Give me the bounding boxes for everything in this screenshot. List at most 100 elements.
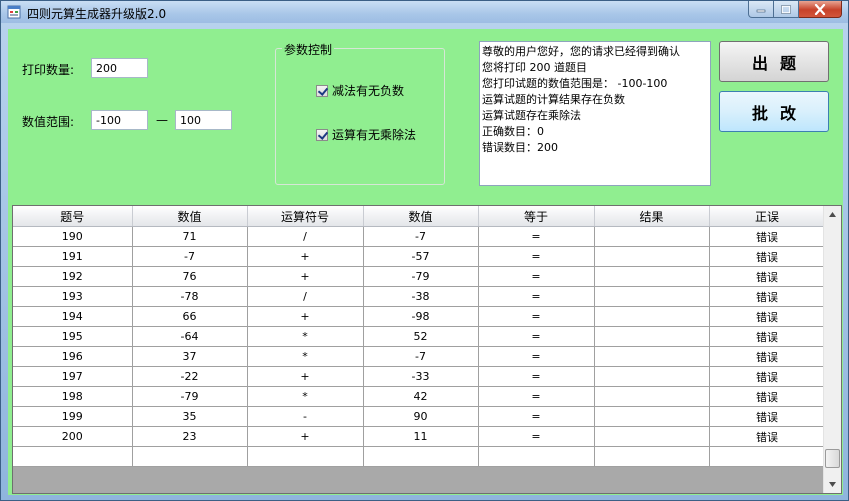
table-row[interactable]: 195 -64 * 52 = 错误: [13, 326, 826, 347]
table-cell[interactable]: +: [247, 266, 364, 287]
multiply-divide-checkbox[interactable]: 运算有无乘除法: [316, 126, 416, 143]
column-header[interactable]: 等于: [478, 206, 595, 227]
minimize-button[interactable]: [748, 1, 774, 18]
scroll-thumb[interactable]: [825, 449, 840, 468]
table-cell[interactable]: 194: [13, 306, 133, 327]
table-cell[interactable]: [594, 326, 710, 347]
title-bar[interactable]: 四则元算生成器升级版2.0: [1, 1, 848, 23]
table-cell[interactable]: 错误: [709, 266, 826, 287]
table-cell[interactable]: 错误: [709, 226, 826, 247]
vertical-scrollbar[interactable]: [823, 206, 841, 493]
table-cell[interactable]: [594, 446, 710, 467]
table-row[interactable]: 199 35-90 = 错误: [13, 406, 826, 427]
table-cell[interactable]: -64: [132, 326, 248, 347]
table-cell[interactable]: [247, 446, 364, 467]
table-cell[interactable]: =: [478, 366, 595, 387]
table-cell[interactable]: 42: [363, 386, 479, 407]
table-row[interactable]: 193 -78/-38 = 错误: [13, 286, 826, 307]
table-cell[interactable]: 197: [13, 366, 133, 387]
table-cell[interactable]: [13, 446, 133, 467]
table-cell[interactable]: [363, 446, 479, 467]
table-cell[interactable]: 195: [13, 326, 133, 347]
table-cell[interactable]: 错误: [709, 246, 826, 267]
table-row[interactable]: 196 37 * -7 = 错误: [13, 346, 826, 367]
table-row[interactable]: [13, 446, 826, 467]
close-button[interactable]: [799, 1, 842, 18]
table-cell[interactable]: -38: [363, 286, 479, 307]
range-min-input[interactable]: [91, 110, 148, 130]
table-cell[interactable]: 35: [132, 406, 248, 427]
table-cell[interactable]: +: [247, 246, 364, 267]
table-cell[interactable]: [594, 246, 710, 267]
grade-button[interactable]: 批改: [719, 91, 829, 132]
table-cell[interactable]: 199: [13, 406, 133, 427]
table-cell[interactable]: 90: [363, 406, 479, 427]
table-row[interactable]: 192 76 + -79 = 错误: [13, 266, 826, 287]
table-cell[interactable]: =: [478, 426, 595, 447]
table-row[interactable]: 191 -7 + -57 = 错误: [13, 246, 826, 267]
column-header[interactable]: 运算符号: [247, 206, 364, 227]
table-cell[interactable]: =: [478, 266, 595, 287]
table-cell[interactable]: 错误: [709, 386, 826, 407]
column-header[interactable]: 数值: [132, 206, 248, 227]
table-cell[interactable]: =: [478, 406, 595, 427]
table-cell[interactable]: [709, 446, 826, 467]
negative-subtraction-checkbox[interactable]: 减法有无负数: [316, 82, 404, 99]
generate-questions-button[interactable]: 出题: [719, 41, 829, 82]
table-cell[interactable]: [594, 366, 710, 387]
table-cell[interactable]: *: [247, 326, 364, 347]
table-cell[interactable]: [594, 406, 710, 427]
table-cell[interactable]: 错误: [709, 406, 826, 427]
table-cell[interactable]: 191: [13, 246, 133, 267]
table-cell[interactable]: =: [478, 306, 595, 327]
table-cell[interactable]: 11: [363, 426, 479, 447]
table-cell[interactable]: [594, 266, 710, 287]
table-cell[interactable]: -79: [363, 266, 479, 287]
table-cell[interactable]: [594, 226, 710, 247]
column-header[interactable]: 题号: [13, 206, 133, 227]
table-cell[interactable]: 66: [132, 306, 248, 327]
table-cell[interactable]: 76: [132, 266, 248, 287]
table-cell[interactable]: [594, 286, 710, 307]
column-header[interactable]: 正误: [709, 206, 826, 227]
table-cell[interactable]: -78: [132, 286, 248, 307]
table-cell[interactable]: 71: [132, 226, 248, 247]
table-row[interactable]: 190 71/-7 = 错误: [13, 226, 826, 247]
table-cell[interactable]: =: [478, 386, 595, 407]
table-cell[interactable]: [594, 426, 710, 447]
table-cell[interactable]: 190: [13, 226, 133, 247]
scroll-down-button[interactable]: [824, 476, 841, 493]
table-cell[interactable]: [594, 386, 710, 407]
table-cell[interactable]: /: [247, 286, 364, 307]
maximize-button[interactable]: [774, 1, 799, 18]
table-cell[interactable]: -7: [363, 346, 479, 367]
column-header[interactable]: 数值: [363, 206, 479, 227]
table-cell[interactable]: =: [478, 226, 595, 247]
table-row[interactable]: 197 -22 + -33 = 错误: [13, 366, 826, 387]
table-cell[interactable]: [594, 346, 710, 367]
table-cell[interactable]: -57: [363, 246, 479, 267]
table-cell[interactable]: +: [247, 426, 364, 447]
table-cell[interactable]: -: [247, 406, 364, 427]
print-count-input[interactable]: [91, 58, 148, 78]
table-row[interactable]: 200 23 +11 = 错误: [13, 426, 826, 447]
table-cell[interactable]: 37: [132, 346, 248, 367]
table-cell[interactable]: 192: [13, 266, 133, 287]
table-cell[interactable]: 错误: [709, 346, 826, 367]
table-cell[interactable]: 198: [13, 386, 133, 407]
table-row[interactable]: 198 -79 * 42 = 错误: [13, 386, 826, 407]
table-cell[interactable]: =: [478, 286, 595, 307]
table-cell[interactable]: 200: [13, 426, 133, 447]
table-cell[interactable]: 错误: [709, 286, 826, 307]
status-message-box[interactable]: 尊敬的用户您好，您的请求已经得到确认 您将打印 200 道题目 您打印试题的数值…: [479, 41, 711, 186]
table-cell[interactable]: =: [478, 326, 595, 347]
table-cell[interactable]: 错误: [709, 366, 826, 387]
table-cell[interactable]: 错误: [709, 426, 826, 447]
table-cell[interactable]: 错误: [709, 326, 826, 347]
table-cell[interactable]: 52: [363, 326, 479, 347]
table-cell[interactable]: +: [247, 306, 364, 327]
table-cell[interactable]: =: [478, 346, 595, 367]
table-cell[interactable]: [132, 446, 248, 467]
table-cell[interactable]: [594, 306, 710, 327]
table-cell[interactable]: -7: [132, 246, 248, 267]
